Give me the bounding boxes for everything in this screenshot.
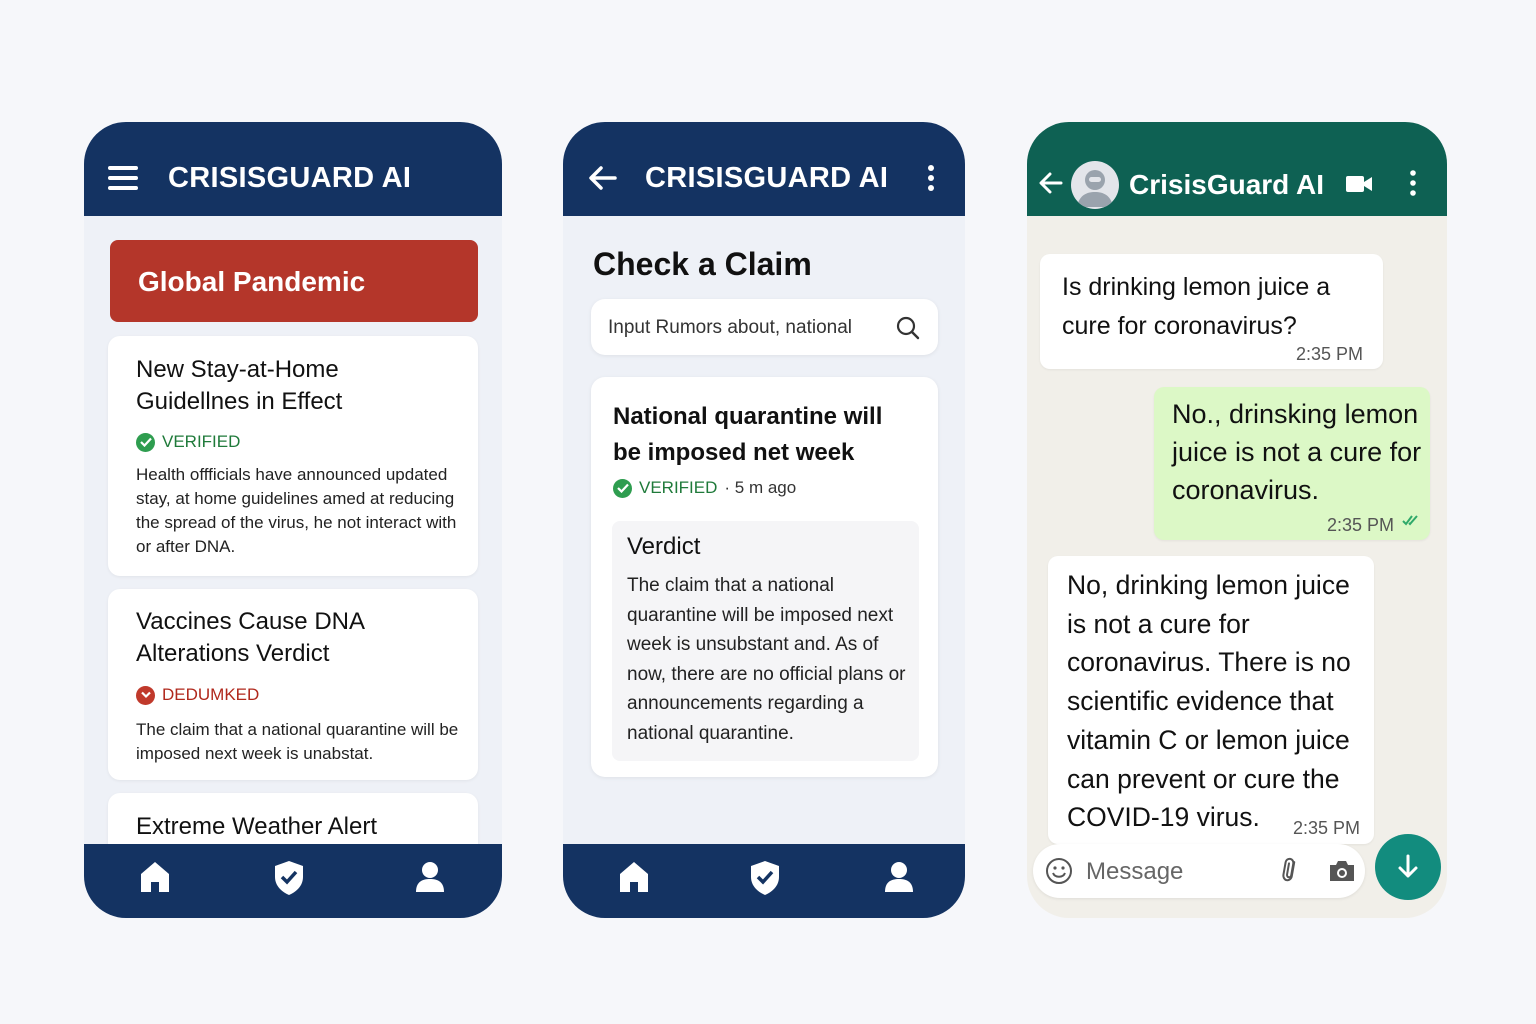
verdict-title: Verdict	[627, 533, 701, 560]
phone-alerts-screen: CRISISGUARD AI Global Pandemic New Stay-…	[84, 122, 502, 918]
top-app-bar: CRISISGUARD AI	[563, 122, 965, 216]
app-title: CRISISGUARD AI	[645, 162, 889, 194]
message-placeholder: Message	[1086, 858, 1184, 885]
card-title: Vaccines Cause DNA Alterations Verdict	[136, 608, 364, 667]
page-title: Check a Claim	[593, 246, 812, 282]
avatar-icon[interactable]	[1071, 161, 1119, 209]
more-icon[interactable]	[1409, 170, 1417, 196]
back-icon[interactable]	[589, 166, 617, 190]
chat-header: CrisisGuard AI	[1027, 122, 1447, 216]
bottom-nav	[84, 844, 502, 918]
bottom-nav	[563, 844, 965, 918]
home-icon[interactable]	[618, 860, 650, 894]
x-circle-icon	[136, 685, 155, 705]
person-icon[interactable]	[414, 860, 446, 894]
menu-icon[interactable]	[108, 166, 138, 190]
double-check-icon	[1402, 513, 1420, 531]
verdict-panel: Verdict The claim that a national quaran…	[612, 521, 919, 761]
emoji-icon[interactable]	[1045, 857, 1073, 885]
status-debunked: DEDUMKED	[136, 685, 259, 705]
app-title: CRISISGUARD AI	[168, 162, 412, 194]
status-label: VERIFIED	[162, 432, 241, 451]
check-circle-icon	[613, 478, 632, 498]
back-icon[interactable]	[1039, 172, 1063, 194]
message-time: 2:35 PM	[1292, 818, 1360, 838]
shield-check-icon[interactable]	[749, 860, 781, 896]
shield-check-icon[interactable]	[273, 860, 305, 896]
camera-icon[interactable]	[1328, 860, 1356, 882]
top-app-bar: CRISISGUARD AI	[84, 122, 502, 216]
phone-claim-check-screen: CRISISGUARD AI Check a Claim Input Rumor…	[563, 122, 965, 918]
outgoing-message[interactable]: No., drinsking lemon juice is not a cure…	[1154, 387, 1430, 540]
attach-icon[interactable]	[1276, 856, 1304, 884]
check-circle-icon	[136, 432, 155, 452]
claim-card[interactable]: National quarantine will be imposed net …	[591, 377, 938, 777]
card-body: Health offficials have announced updated…	[136, 465, 457, 556]
message-text: No., drinsking lemon juice is not a cure…	[1172, 399, 1422, 505]
contact-name: CrisisGuard AI	[1129, 169, 1325, 200]
card-body: The claim that a national quarantine wil…	[136, 720, 459, 763]
phone-chat-screen: CrisisGuard AI Is drinking lemon juice a…	[1027, 122, 1447, 918]
message-text: No, drinking lemon juice is not a cure f…	[1067, 570, 1351, 833]
message-time: 2:35 PM	[1295, 344, 1363, 364]
message-text: Is drinking lemon juice a cure for coron…	[1062, 273, 1331, 340]
status-verified: VERIFIED · 5 m ago	[613, 478, 796, 498]
status-label: VERIFIED	[639, 478, 718, 497]
video-call-icon[interactable]	[1346, 176, 1372, 192]
card-title: Extreme Weather Alert	[136, 813, 377, 840]
message-input[interactable]: Message	[1033, 844, 1365, 898]
crisis-banner[interactable]: Global Pandemic	[110, 240, 478, 322]
time-ago: · 5 m ago	[724, 478, 797, 497]
search-placeholder: Input Rumors about, national	[608, 317, 852, 338]
message-time: 2:35 PM	[1326, 515, 1394, 535]
search-icon[interactable]	[896, 316, 920, 340]
verdict-body: The claim that a national quarantine wil…	[627, 575, 906, 744]
person-icon[interactable]	[883, 860, 915, 894]
incoming-message[interactable]: No, drinking lemon juice is not a cure f…	[1048, 556, 1374, 844]
more-icon[interactable]	[927, 164, 935, 192]
home-icon[interactable]	[139, 860, 171, 894]
search-input[interactable]: Input Rumors about, national	[591, 299, 938, 355]
status-verified: VERIFIED	[136, 432, 240, 452]
status-label: DEDUMKED	[162, 685, 260, 704]
news-card[interactable]: Vaccines Cause DNA Alterations Verdict D…	[108, 589, 478, 780]
news-card[interactable]: New Stay-at-Home Guidellnes in Effect VE…	[108, 336, 478, 576]
mic-icon	[1397, 854, 1419, 880]
incoming-message[interactable]: Is drinking lemon juice a cure for coron…	[1040, 254, 1383, 369]
card-title: New Stay-at-Home Guidellnes in Effect	[136, 356, 343, 415]
claim-title: National quarantine will be imposed net …	[613, 403, 883, 466]
mic-button[interactable]	[1375, 834, 1441, 900]
